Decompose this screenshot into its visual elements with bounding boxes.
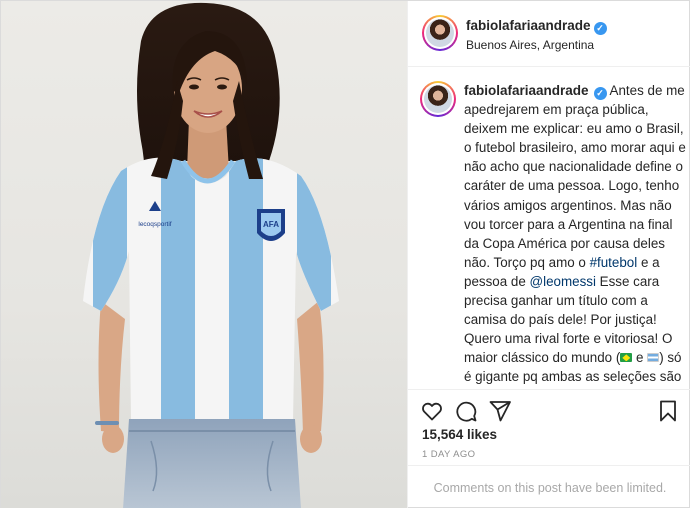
comments-limited-notice: Comments on this post have been limited. (408, 465, 690, 508)
avatar[interactable] (422, 15, 458, 51)
woman-in-argentina-jersey-illustration: AFA lecoqsportif (83, 2, 339, 508)
paper-plane-icon[interactable] (488, 399, 512, 423)
brazil-flag-icon (620, 353, 633, 363)
likes-count[interactable]: 15,564 likes (422, 427, 497, 442)
post-photo[interactable]: AFA lecoqsportif (1, 1, 407, 508)
action-bar (408, 389, 690, 429)
post-date[interactable]: 1 DAY AGO (422, 449, 475, 460)
comments-area[interactable]: fabiolafariaandrade ✓ Antes de me apedrej… (408, 67, 690, 389)
argentina-flag-icon (647, 353, 660, 363)
verified-badge-icon: ✓ (593, 22, 607, 35)
post-header: fabiolafariaandrade ✓ Buenos Aires, Argen… (408, 1, 690, 67)
crest-text: AFA (263, 220, 279, 229)
caption-text-4: e (632, 350, 648, 366)
post-caption: fabiolafariaandrade ✓ Antes de me apedrej… (464, 81, 688, 389)
caption-text-1: Antes de me apedrejarem em praça pública… (464, 83, 686, 270)
username-text[interactable]: fabiolafariaandrade (466, 18, 591, 33)
caption-username[interactable]: fabiolafariaandrade (464, 83, 589, 98)
instagram-post: AFA lecoqsportif fabiolafariaandrade ✓ B… (0, 0, 690, 508)
heart-icon[interactable] (420, 399, 444, 423)
location-link[interactable]: Buenos Aires, Argentina (466, 38, 594, 52)
mention-link[interactable]: @leomessi (530, 274, 596, 289)
hashtag-link[interactable]: #futebol (590, 255, 638, 270)
caption-avatar[interactable] (420, 81, 456, 117)
comment-bubble-icon[interactable] (454, 399, 478, 423)
verified-badge-icon: ✓ (593, 87, 607, 100)
jersey-brand-text: lecoqsportif (138, 221, 171, 228)
bookmark-icon[interactable] (656, 399, 680, 423)
header-username[interactable]: fabiolafariaandrade ✓ (466, 18, 607, 35)
post-sidebar: fabiolafariaandrade ✓ Buenos Aires, Argen… (407, 1, 690, 508)
